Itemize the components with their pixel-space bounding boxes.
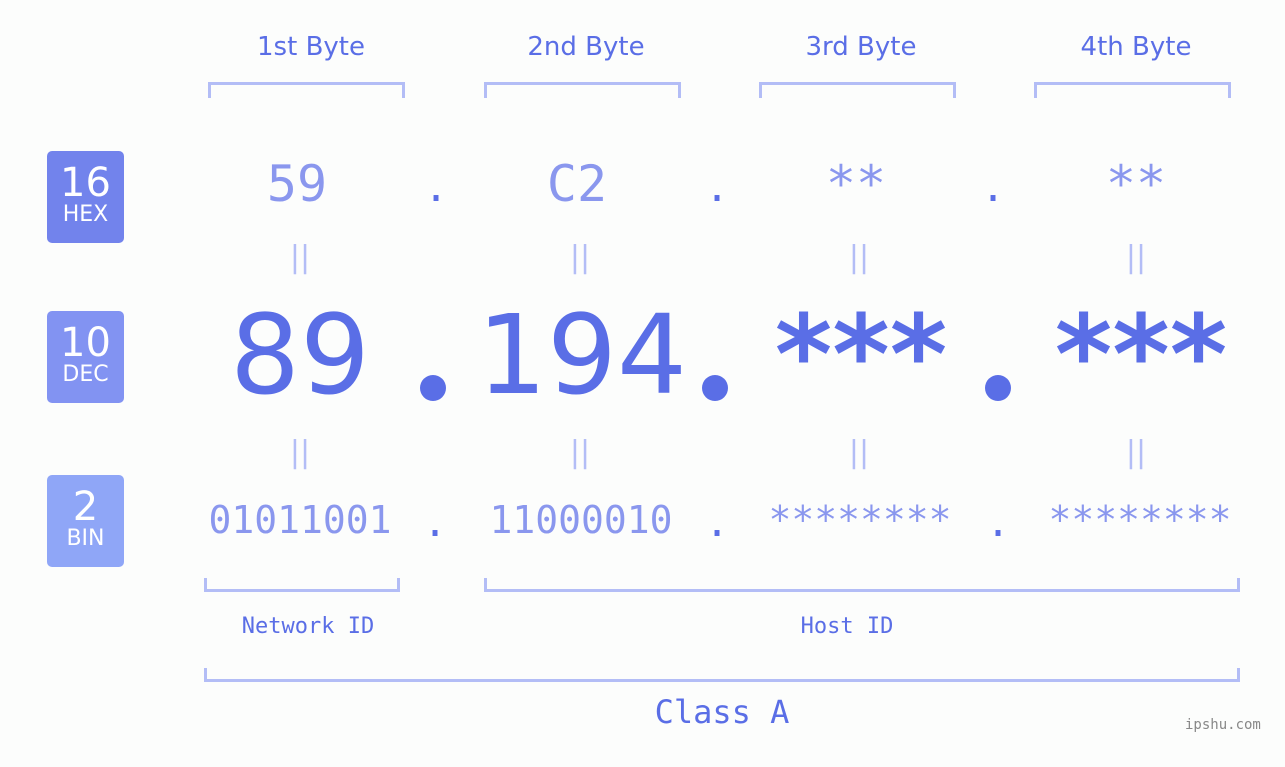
class-bracket [204,668,1240,682]
hex-badge: 16 HEX [47,151,124,243]
hex-separator-3: . [980,165,1006,211]
byte-header-4: 4th Byte [1080,32,1192,62]
bin-separator-3: . [985,500,1011,546]
host-id-bracket [484,578,1240,592]
hex-byte-1: 59 [266,155,328,213]
equals-hex-dec-1: || [289,240,311,275]
bin-separator-2: . [704,500,730,546]
bin-base-number: 2 [72,484,99,530]
equals-dec-bin-2: || [569,435,591,470]
dec-byte-2: 194 [477,291,687,419]
byte-header-2: 2nd Byte [527,32,645,62]
dec-byte-4: *** [1054,291,1228,419]
network-id-bracket [204,578,400,592]
watermark: ipshu.com [1185,717,1261,733]
dec-separator-1 [420,375,446,401]
equals-dec-bin-4: || [1125,435,1147,470]
byte-bracket-2 [484,82,681,98]
equals-hex-dec-2: || [569,240,591,275]
equals-hex-dec-3: || [848,240,870,275]
byte-bracket-1 [208,82,405,98]
bin-separator-1: . [422,500,448,546]
dec-byte-1: 89 [230,291,370,419]
hex-base-number: 16 [60,160,111,206]
hex-base-label: HEX [62,202,109,227]
hex-separator-1: . [423,165,449,211]
bin-byte-3: ******** [768,498,952,542]
equals-dec-bin-1: || [289,435,311,470]
hex-separator-2: . [704,165,730,211]
hex-byte-4: ** [1105,155,1167,213]
hex-byte-2: C2 [546,155,608,213]
dec-separator-2 [702,375,728,401]
dec-badge: 10 DEC [47,311,124,403]
bin-badge: 2 BIN [47,475,124,567]
bin-byte-1: 01011001 [208,498,392,542]
dec-separator-3 [985,375,1011,401]
byte-bracket-3 [759,82,956,98]
byte-header-1: 1st Byte [257,32,365,62]
equals-hex-dec-4: || [1125,240,1147,275]
byte-bracket-4 [1034,82,1231,98]
dec-byte-3: *** [774,291,948,419]
network-id-label: Network ID [241,614,375,639]
bin-byte-4: ******** [1048,498,1232,542]
bin-byte-2: 11000010 [489,498,673,542]
dec-base-label: DEC [62,362,109,387]
class-label: Class A [654,693,790,731]
bin-base-label: BIN [66,526,105,551]
dec-base-number: 10 [60,320,111,366]
host-id-label: Host ID [800,614,894,639]
equals-dec-bin-3: || [848,435,870,470]
hex-byte-3: ** [825,155,887,213]
byte-header-3: 3rd Byte [805,32,917,62]
